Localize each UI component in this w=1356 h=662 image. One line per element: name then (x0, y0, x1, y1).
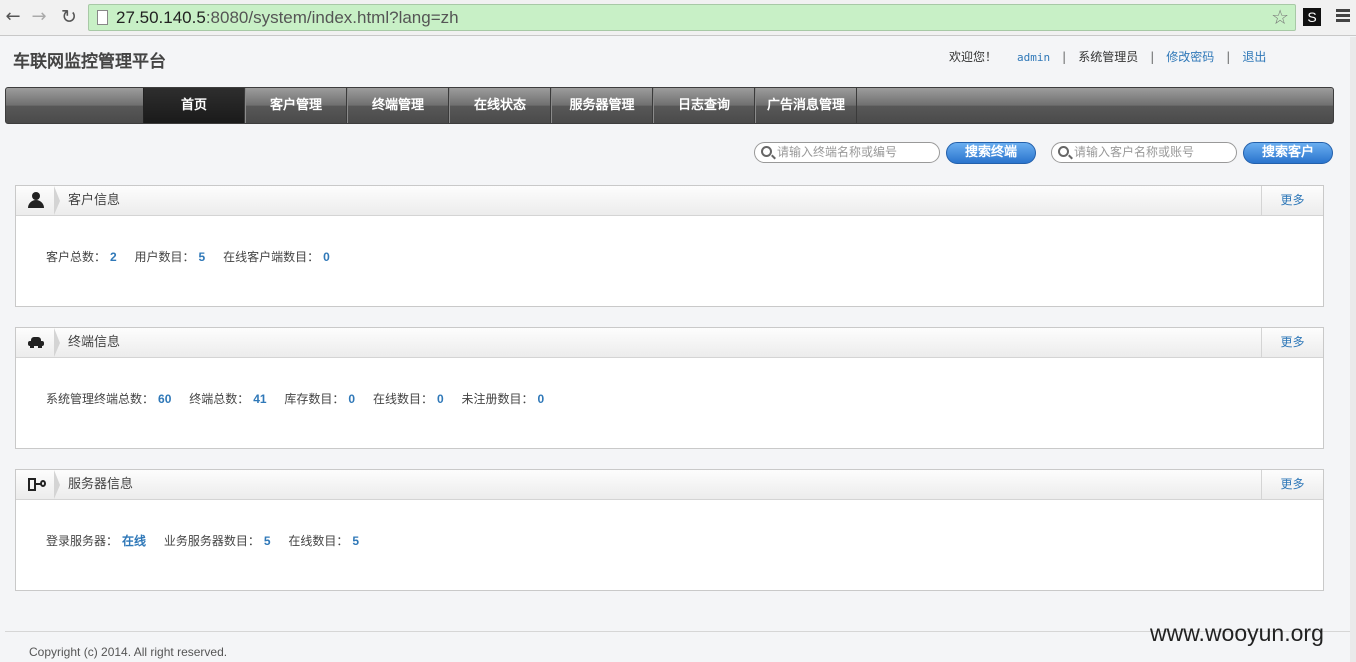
search-terminal-button[interactable]: 搜索终端 (946, 142, 1036, 164)
stat-item: 客户总数： 2 (46, 250, 117, 264)
tab-online-status[interactable]: 在线状态 (449, 88, 551, 123)
server-icon (28, 478, 46, 492)
bookmark-star-icon[interactable]: ☆ (1271, 5, 1289, 30)
url-path: :8080/system/index.html?lang=zh (205, 8, 459, 27)
tab-home[interactable]: 首页 (143, 88, 245, 123)
panel-body: 客户总数： 2 用户数目： 5 在线客户端数目： 0 (16, 216, 1323, 265)
browser-menu-icon[interactable] (1336, 9, 1350, 23)
user-role: 系统管理员 (1078, 50, 1139, 64)
more-link[interactable]: 更多 (1261, 328, 1323, 357)
address-bar[interactable]: 27.50.140.5:8080/system/index.html?lang=… (88, 4, 1296, 31)
customer-search-input[interactable]: 请输入客户名称或账号 (1051, 142, 1237, 163)
url-host: 27.50.140.5 (116, 8, 206, 27)
stat-item: 登录服务器： 在线 (46, 534, 147, 548)
search-customer-button[interactable]: 搜索客户 (1243, 142, 1333, 164)
car-icon (28, 337, 44, 348)
terminal-search: 请输入终端名称或编号 搜索终端 (754, 142, 1038, 164)
url-text[interactable]: 27.50.140.5:8080/system/index.html?lang=… (116, 8, 459, 28)
extension-icon[interactable]: S (1303, 8, 1321, 26)
welcome-text: 欢迎您！ (949, 50, 998, 64)
copyright-text: Copyright (c) 2014. All right reserved. (29, 645, 228, 659)
stat-item: 业务服务器数目： 5 (163, 534, 271, 548)
customer-info-panel: 客户信息 更多 客户总数： 2 用户数目： 5 在线客户端数目： 0 (15, 185, 1324, 307)
watermark-text: www.wooyun.org (1150, 620, 1324, 646)
server-info-panel: 服务器信息 更多 登录服务器： 在线 业务服务器数目： 5 在线数目： 5 (15, 469, 1324, 591)
stat-item: 库存数目： 0 (284, 392, 356, 406)
stat-item: 在线数目： 0 (372, 392, 444, 406)
terminal-search-placeholder: 请输入终端名称或编号 (777, 145, 898, 159)
stat-item: 在线客户端数目： 0 (223, 250, 330, 264)
terminal-search-input[interactable]: 请输入终端名称或编号 (754, 142, 940, 163)
stat-item: 系统管理终端总数： 60 (46, 392, 172, 406)
site-title: 车联网监控管理平台 (13, 52, 166, 72)
browser-toolbar: ← → ↻ 27.50.140.5:8080/system/index.html… (0, 0, 1356, 36)
panel-title: 服务器信息 (68, 477, 134, 492)
panel-title: 终端信息 (68, 335, 121, 350)
terminal-info-panel: 终端信息 更多 系统管理终端总数： 60 终端总数： 41 库存数目： 0 在线数目：… (15, 327, 1324, 449)
main-nav: 首页 客户管理 终端管理 在线状态 服务器管理 日志查询 广告消息管理 (5, 87, 1334, 124)
search-icon (1058, 146, 1069, 157)
panel-body: 系统管理终端总数： 60 终端总数： 41 库存数目： 0 在线数目： 0 未注册数目：… (16, 358, 1323, 407)
panel-title: 客户信息 (68, 193, 121, 208)
customer-search: 请输入客户名称或账号 搜索客户 (1051, 142, 1335, 164)
more-link[interactable]: 更多 (1261, 186, 1323, 215)
panel-header: 服务器信息 更多 (16, 470, 1323, 500)
username-link[interactable]: admin (1017, 51, 1050, 64)
stat-item: 在线数目： 5 (288, 534, 360, 548)
tab-log-query[interactable]: 日志查询 (653, 88, 755, 123)
tab-terminal-management[interactable]: 终端管理 (347, 88, 449, 123)
user-icon (28, 192, 44, 208)
tab-server-management[interactable]: 服务器管理 (551, 88, 653, 123)
panel-body: 登录服务器： 在线 业务服务器数目： 5 在线数目： 5 (16, 500, 1323, 549)
user-bar: 欢迎您！ admin | 系统管理员 | 修改密码 | 退出 (949, 50, 1267, 64)
tab-customer-management[interactable]: 客户管理 (245, 88, 347, 123)
forward-arrow-icon[interactable]: → (28, 6, 50, 28)
stat-item: 终端总数： 41 (189, 392, 267, 406)
search-icon (761, 146, 772, 157)
tab-ad-message-management[interactable]: 广告消息管理 (755, 88, 857, 123)
page-icon (97, 10, 108, 25)
page-scrollbar[interactable] (1350, 37, 1356, 662)
stat-item: 用户数目： 5 (134, 250, 206, 264)
logout-link[interactable]: 退出 (1242, 50, 1266, 64)
back-arrow-icon[interactable]: ← (2, 6, 24, 28)
panel-header: 终端信息 更多 (16, 328, 1323, 358)
reload-icon[interactable]: ↻ (58, 6, 80, 28)
panel-header: 客户信息 更多 (16, 186, 1323, 216)
customer-search-placeholder: 请输入客户名称或账号 (1074, 145, 1195, 159)
more-link[interactable]: 更多 (1261, 470, 1323, 499)
change-password-link[interactable]: 修改密码 (1166, 50, 1214, 64)
stat-item: 未注册数目： 0 (461, 392, 545, 406)
